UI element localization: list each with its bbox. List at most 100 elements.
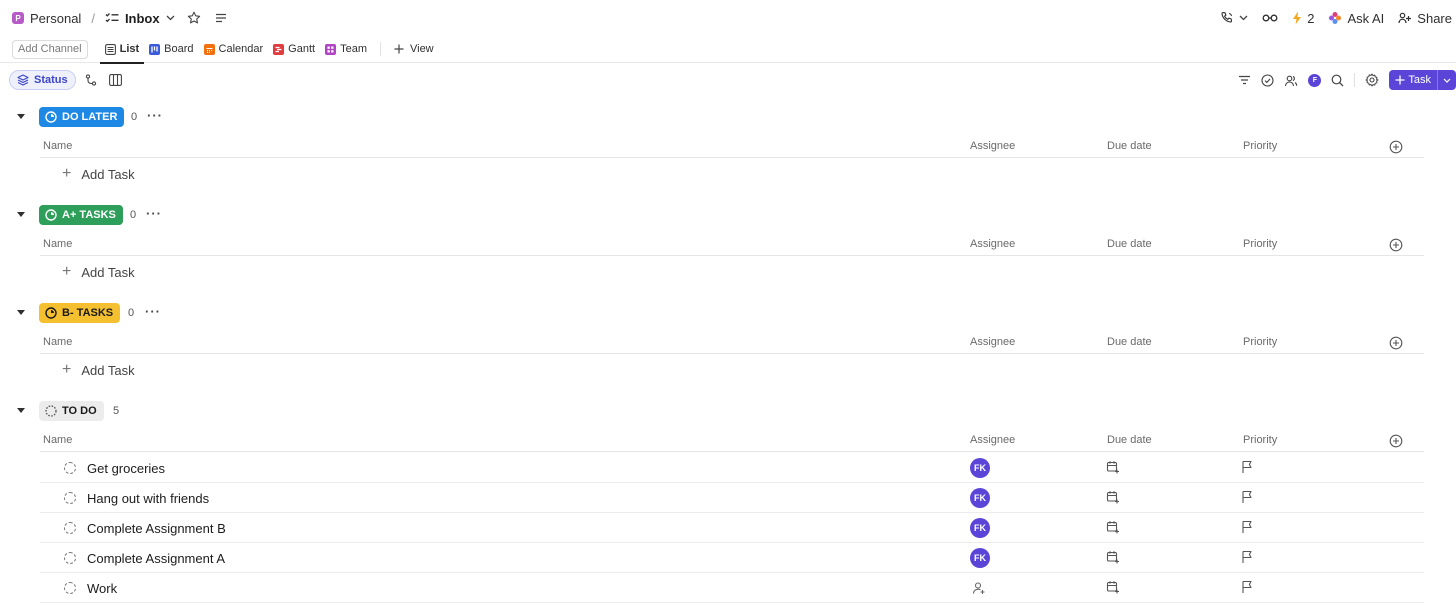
collapse-caret-icon[interactable] <box>17 310 25 315</box>
collapse-caret-icon[interactable] <box>17 114 25 119</box>
assignee-cell[interactable]: FK <box>970 458 990 478</box>
add-column-icon[interactable] <box>1389 434 1403 451</box>
table-row[interactable]: Complete Assignment A FK <box>40 543 1424 573</box>
add-view-label: View <box>409 43 434 55</box>
col-name[interactable]: Name <box>43 238 72 250</box>
status-pill[interactable]: B- TASKS <box>39 303 121 323</box>
assignee-cell[interactable]: FK <box>970 488 990 508</box>
status-pill[interactable]: DO LATER <box>39 107 125 127</box>
calendar-add-icon[interactable] <box>1106 460 1120 477</box>
col-priority[interactable]: Priority <box>1243 238 1277 250</box>
col-due-date[interactable]: Due date <box>1107 336 1152 348</box>
task-name[interactable]: Complete Assignment A <box>87 551 225 566</box>
tab-board[interactable]: Board <box>144 36 198 63</box>
star-icon[interactable] <box>187 11 201 25</box>
assignee-cell[interactable]: FK <box>970 518 990 538</box>
table-row[interactable]: Work <box>40 573 1424 603</box>
group-by-status-button[interactable]: Status <box>9 70 76 90</box>
tab-gantt[interactable]: Gantt <box>268 36 320 63</box>
add-view-button[interactable]: View <box>389 36 439 63</box>
status-pill[interactable]: TO DO <box>39 401 104 421</box>
add-channel-button[interactable]: Add Channel <box>12 39 88 59</box>
flag-icon[interactable] <box>1241 520 1253 537</box>
col-assignee[interactable]: Assignee <box>970 140 1015 152</box>
add-column-icon[interactable] <box>1389 238 1403 255</box>
col-name[interactable]: Name <box>43 140 72 152</box>
glasses-button[interactable] <box>1262 13 1278 23</box>
col-name[interactable]: Name <box>43 434 72 446</box>
filter-icon[interactable] <box>1238 75 1251 85</box>
status-progress-icon <box>45 111 57 123</box>
tab-gantt-label: Gantt <box>288 43 316 55</box>
ask-ai-button[interactable]: Ask AI <box>1328 11 1384 26</box>
gear-icon[interactable] <box>1365 73 1379 87</box>
task-status-icon[interactable] <box>64 462 76 474</box>
add-task-button[interactable]: Task <box>1389 70 1456 90</box>
task-name[interactable]: Complete Assignment B <box>87 521 226 536</box>
add-task-row[interactable]: + Add Task <box>62 262 135 282</box>
table-row[interactable]: Get groceries FK <box>40 453 1424 483</box>
task-name[interactable]: Hang out with friends <box>87 491 209 506</box>
tab-list[interactable]: List <box>99 36 145 64</box>
user-avatar[interactable]: F <box>1308 73 1322 87</box>
col-assignee[interactable]: Assignee <box>970 336 1015 348</box>
task-status-icon[interactable] <box>64 552 76 564</box>
more-options-icon[interactable]: ··· <box>147 108 163 123</box>
breadcrumb-list-title[interactable]: Inbox <box>125 11 160 26</box>
tab-calendar[interactable]: Calendar <box>199 36 269 63</box>
col-priority[interactable]: Priority <box>1243 336 1277 348</box>
flag-icon[interactable] <box>1241 580 1253 597</box>
add-column-icon[interactable] <box>1389 140 1403 157</box>
calendar-add-icon[interactable] <box>1106 520 1120 537</box>
col-due-date[interactable]: Due date <box>1107 140 1152 152</box>
col-due-date[interactable]: Due date <box>1107 434 1152 446</box>
col-priority[interactable]: Priority <box>1243 140 1277 152</box>
breadcrumb-space[interactable]: Personal <box>30 11 81 26</box>
chevron-down-icon[interactable] <box>1437 70 1456 90</box>
col-priority[interactable]: Priority <box>1243 434 1277 446</box>
assignees-icon[interactable] <box>1284 74 1298 87</box>
table-row[interactable]: Complete Assignment B FK <box>40 513 1424 543</box>
task-status-icon[interactable] <box>64 522 76 534</box>
column-header: Name Assignee Due date Priority <box>40 330 1424 354</box>
add-task-row[interactable]: + Add Task <box>62 360 135 380</box>
assignee-cell[interactable] <box>972 581 986 598</box>
check-circle-icon[interactable] <box>1261 73 1274 87</box>
task-status-icon[interactable] <box>64 582 76 594</box>
chevron-down-icon[interactable] <box>166 15 175 21</box>
status-pill-label: A+ TASKS <box>62 209 116 221</box>
col-due-date[interactable]: Due date <box>1107 238 1152 250</box>
task-name[interactable]: Work <box>87 581 117 596</box>
add-task-row[interactable]: + Add Task <box>62 164 135 184</box>
task-status-icon[interactable] <box>64 492 76 504</box>
flag-icon[interactable] <box>1241 550 1253 567</box>
col-assignee[interactable]: Assignee <box>970 434 1015 446</box>
flag-icon[interactable] <box>1241 460 1253 477</box>
calendar-add-icon[interactable] <box>1106 580 1120 597</box>
columns-icon[interactable] <box>108 74 122 86</box>
ask-ai-label: Ask AI <box>1347 10 1385 26</box>
calendar-add-icon[interactable] <box>1106 550 1120 567</box>
share-button[interactable]: Share <box>1398 11 1452 26</box>
description-icon[interactable] <box>215 13 227 23</box>
col-assignee[interactable]: Assignee <box>970 238 1015 250</box>
collapse-caret-icon[interactable] <box>17 408 25 413</box>
col-name[interactable]: Name <box>43 336 72 348</box>
notifications-button[interactable]: 2 <box>1292 11 1314 26</box>
flag-icon[interactable] <box>1241 490 1253 507</box>
call-menu[interactable] <box>1220 11 1248 25</box>
task-name[interactable]: Get groceries <box>87 461 165 476</box>
add-column-icon[interactable] <box>1389 336 1403 353</box>
table-row[interactable]: Hang out with friends FK <box>40 483 1424 513</box>
status-chip-label: Status <box>34 74 68 86</box>
status-pill[interactable]: A+ TASKS <box>39 205 123 225</box>
collapse-caret-icon[interactable] <box>17 212 25 217</box>
more-options-icon[interactable]: ··· <box>145 304 161 319</box>
search-icon[interactable] <box>1331 74 1344 87</box>
more-options-icon[interactable]: ··· <box>146 206 162 221</box>
calendar-add-icon[interactable] <box>1106 490 1120 507</box>
subtasks-icon[interactable] <box>85 74 97 86</box>
board-view-icon <box>149 43 161 55</box>
assignee-cell[interactable]: FK <box>970 548 990 568</box>
tab-team[interactable]: Team <box>320 36 372 63</box>
